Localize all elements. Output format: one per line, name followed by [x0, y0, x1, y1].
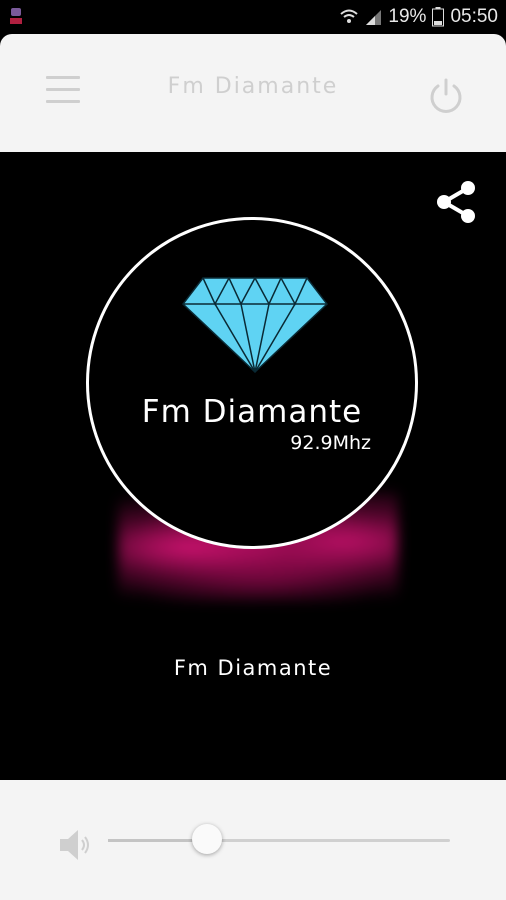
app-notification-icon — [10, 8, 22, 24]
battery-percent: 19% — [388, 6, 427, 27]
battery-icon — [432, 7, 445, 27]
status-bar: 19% 05:50 — [0, 0, 506, 34]
diamond-logo — [181, 276, 329, 374]
logo-station-name: Fm Diamante — [141, 394, 363, 430]
signal-icon — [366, 10, 382, 25]
volume-slider-thumb[interactable] — [192, 824, 223, 854]
station-logo: Fm Diamante 92.9Mhz — [86, 217, 418, 549]
power-icon[interactable] — [426, 76, 466, 116]
volume-icon[interactable] — [56, 826, 94, 864]
share-icon[interactable] — [432, 178, 480, 226]
clock: 05:50 — [450, 6, 498, 27]
app-header: Fm Diamante — [0, 34, 506, 152]
logo-frequency: 92.9Mhz — [290, 432, 371, 454]
volume-slider[interactable] — [108, 824, 450, 854]
wifi-icon — [340, 9, 359, 23]
volume-bar — [0, 780, 506, 900]
now-playing-station: Fm Diamante — [173, 656, 333, 680]
